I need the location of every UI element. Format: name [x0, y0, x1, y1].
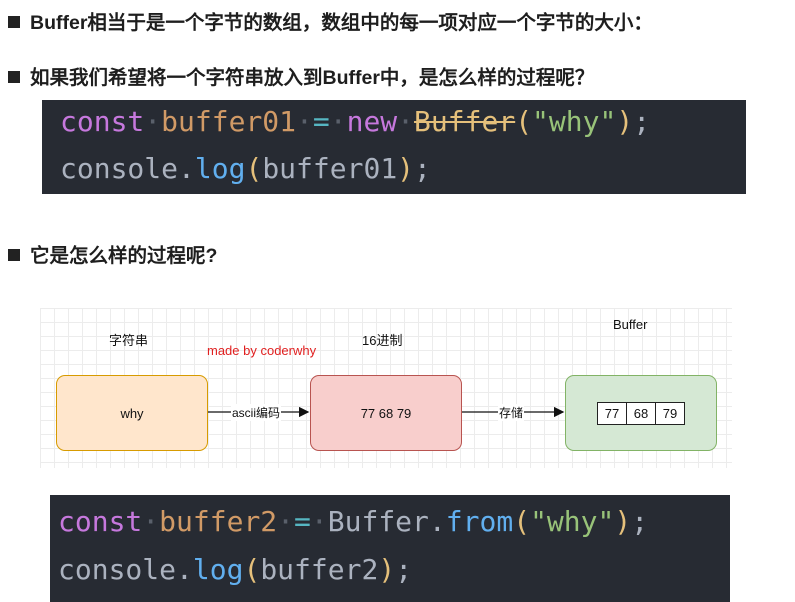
code-variable: buffer01: [161, 105, 297, 138]
code-keyword: const: [58, 505, 143, 538]
code-line-2: console.log(buffer01);: [60, 152, 431, 185]
bullet-buffer-definition: Buffer相当于是一个字节的数组，数组中的每一项对应一个字节的大小：: [8, 6, 653, 35]
code-class: Buffer: [327, 505, 429, 538]
code-block-new-buffer: const·buffer01·=·new·Buffer("why"); cons…: [42, 100, 746, 194]
code-line-1: const·buffer2·=·Buffer.from("why");: [58, 505, 649, 538]
buffer-process-diagram: 字符串 16进制 Buffer made by coderwhy why 77 …: [40, 308, 732, 468]
bullet-square-icon: [8, 71, 20, 83]
code-paren: (: [513, 505, 531, 538]
code-paren: (: [245, 152, 263, 185]
code-paren: ): [378, 553, 396, 586]
bullet-process-question: 它是怎么样的过程呢?: [8, 239, 217, 268]
code-keyword-new: new: [346, 105, 398, 138]
code-paren: ): [616, 105, 634, 138]
code-object: console: [60, 152, 179, 185]
code-argument: buffer2: [260, 553, 379, 586]
code-function: log: [194, 152, 246, 185]
diagram-arrows: [208, 406, 565, 418]
bullet-square-icon: [8, 249, 20, 261]
encode-arrow-label: ascii编码: [231, 404, 282, 421]
code-line-2: console.log(buffer2);: [58, 553, 412, 586]
code-line-1: const·buffer01·=·new·Buffer("why");: [60, 105, 651, 138]
bullet-square-icon: [8, 16, 20, 28]
code-variable: buffer2: [159, 505, 278, 538]
code-argument: buffer01: [262, 152, 398, 185]
code-semicolon: ;: [395, 553, 413, 586]
code-keyword: const: [60, 105, 145, 138]
code-paren: ): [614, 505, 632, 538]
code-operator: =: [294, 505, 311, 538]
code-string: "why": [530, 505, 615, 538]
code-function: from: [445, 505, 514, 538]
code-semicolon: ;: [633, 105, 651, 138]
code-operator: =: [312, 105, 330, 138]
code-dot: .: [428, 505, 446, 538]
bullet-string-to-buffer-question: 如果我们希望将一个字符串放入到Buffer中，是怎么样的过程呢？: [8, 61, 594, 90]
code-class-deprecated: Buffer: [414, 105, 516, 138]
code-paren: (: [243, 553, 261, 586]
code-string: "why": [532, 105, 617, 138]
code-object: console: [58, 553, 177, 586]
bullet-text: Buffer相当于是一个字节的数组，数组中的每一项对应一个字节的大小：: [30, 12, 653, 34]
code-paren: ): [397, 152, 415, 185]
code-block-buffer-from: const·buffer2·=·Buffer.from("why"); cons…: [50, 495, 730, 602]
code-dot: .: [176, 553, 193, 586]
store-arrow-label: 存储: [498, 404, 525, 421]
bullet-text: 如果我们希望将一个字符串放入到Buffer中，是怎么样的过程呢？: [30, 67, 595, 89]
bullet-text: 它是怎么样的过程呢?: [30, 245, 218, 267]
code-semicolon: ;: [631, 505, 649, 538]
code-function: log: [192, 553, 244, 586]
code-paren: (: [515, 105, 533, 138]
code-dot: .: [178, 152, 195, 185]
code-semicolon: ;: [414, 152, 431, 185]
